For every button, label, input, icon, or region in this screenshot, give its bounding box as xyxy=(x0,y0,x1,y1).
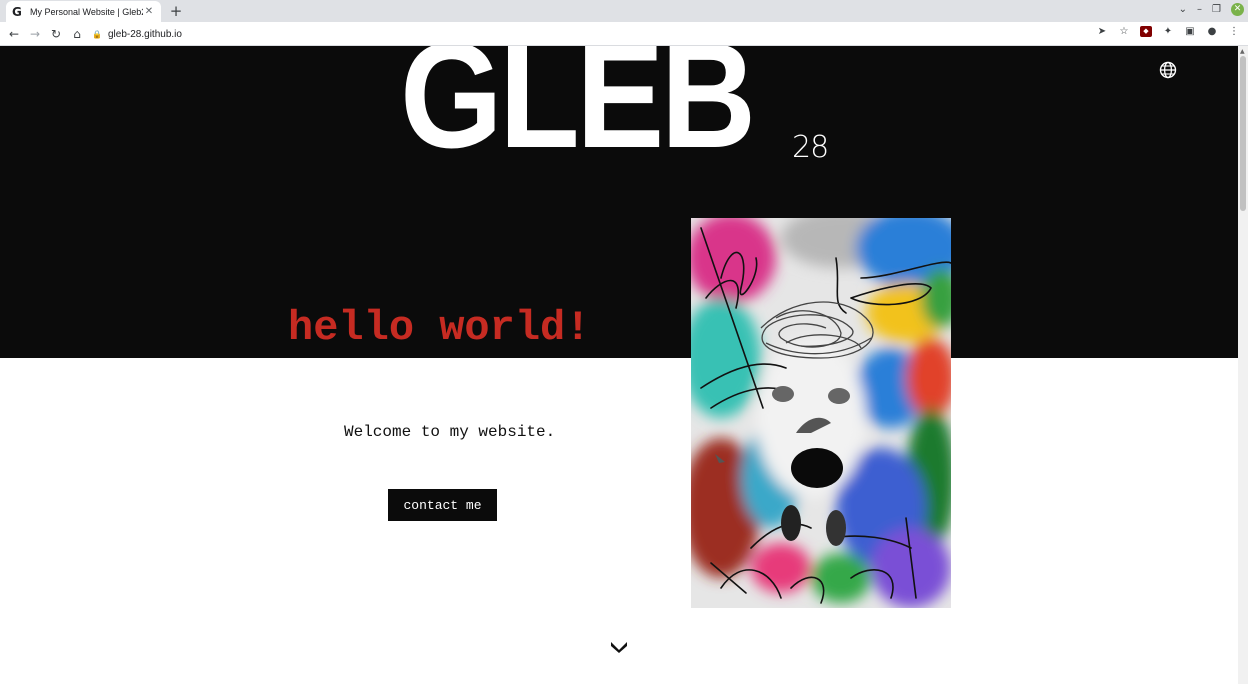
browser-tab-bar: G My Personal Website | Gleb28 ✕ + ⌄ – ❐… xyxy=(0,0,1248,22)
scroll-up-icon[interactable]: ▲ xyxy=(1240,48,1245,55)
reload-icon[interactable]: ↻ xyxy=(48,26,64,42)
contact-button[interactable]: contact me xyxy=(388,489,497,521)
window-close-button[interactable]: ✕ xyxy=(1231,3,1244,16)
tab-title: My Personal Website | Gleb28 xyxy=(30,6,143,17)
portrait-artwork xyxy=(691,218,951,608)
side-panel-icon[interactable]: ▣ xyxy=(1184,26,1196,37)
chevron-down-icon[interactable] xyxy=(610,640,628,654)
profile-avatar-icon[interactable]: ● xyxy=(1206,26,1218,37)
extensions-puzzle-icon[interactable]: ✦ xyxy=(1162,26,1174,37)
welcome-text: Welcome to my website. xyxy=(344,423,556,441)
home-icon[interactable]: ⌂ xyxy=(69,26,85,42)
hello-heading: hello world! xyxy=(288,304,591,352)
toolbar-actions: ➤ ☆ ◆ ✦ ▣ ● ⋮ xyxy=(1096,26,1240,37)
page-viewport: GLEB 28 hello world! Welcome to my websi… xyxy=(0,46,1238,684)
site-logo-number: 28 xyxy=(792,130,829,165)
send-icon[interactable]: ➤ xyxy=(1096,26,1108,37)
scrollbar-thumb[interactable] xyxy=(1240,56,1246,211)
address-bar[interactable]: 🔒 gleb-28.github.io xyxy=(92,25,1142,43)
window-controls: ⌄ – ❐ ✕ xyxy=(1179,3,1244,16)
ublock-extension-icon[interactable]: ◆ xyxy=(1140,26,1152,37)
browser-toolbar: ← → ↻ ⌂ 🔒 gleb-28.github.io ➤ ☆ ◆ ✦ ▣ ● … xyxy=(0,22,1248,46)
new-tab-button[interactable]: + xyxy=(168,2,184,20)
site-logo[interactable]: GLEB xyxy=(400,46,756,170)
page-scrollbar[interactable]: ▲ xyxy=(1238,46,1248,684)
tab-close-icon[interactable]: ✕ xyxy=(143,6,155,17)
site-favicon-icon: G xyxy=(12,4,22,19)
menu-kebab-icon[interactable]: ⋮ xyxy=(1228,26,1240,37)
maximize-button[interactable]: ❐ xyxy=(1212,4,1221,15)
bookmark-star-icon[interactable]: ☆ xyxy=(1118,26,1130,37)
minimize-button[interactable]: – xyxy=(1197,4,1202,15)
forward-icon[interactable]: → xyxy=(27,26,43,42)
hero-section: GLEB 28 hello world! xyxy=(0,46,1238,358)
lock-icon[interactable]: 🔒 xyxy=(92,30,108,39)
tab-search-icon[interactable]: ⌄ xyxy=(1179,4,1187,15)
back-icon[interactable]: ← xyxy=(6,26,22,42)
url-text: gleb-28.github.io xyxy=(108,28,182,40)
globe-icon[interactable] xyxy=(1159,61,1177,79)
browser-tab[interactable]: G My Personal Website | Gleb28 ✕ xyxy=(6,1,161,22)
